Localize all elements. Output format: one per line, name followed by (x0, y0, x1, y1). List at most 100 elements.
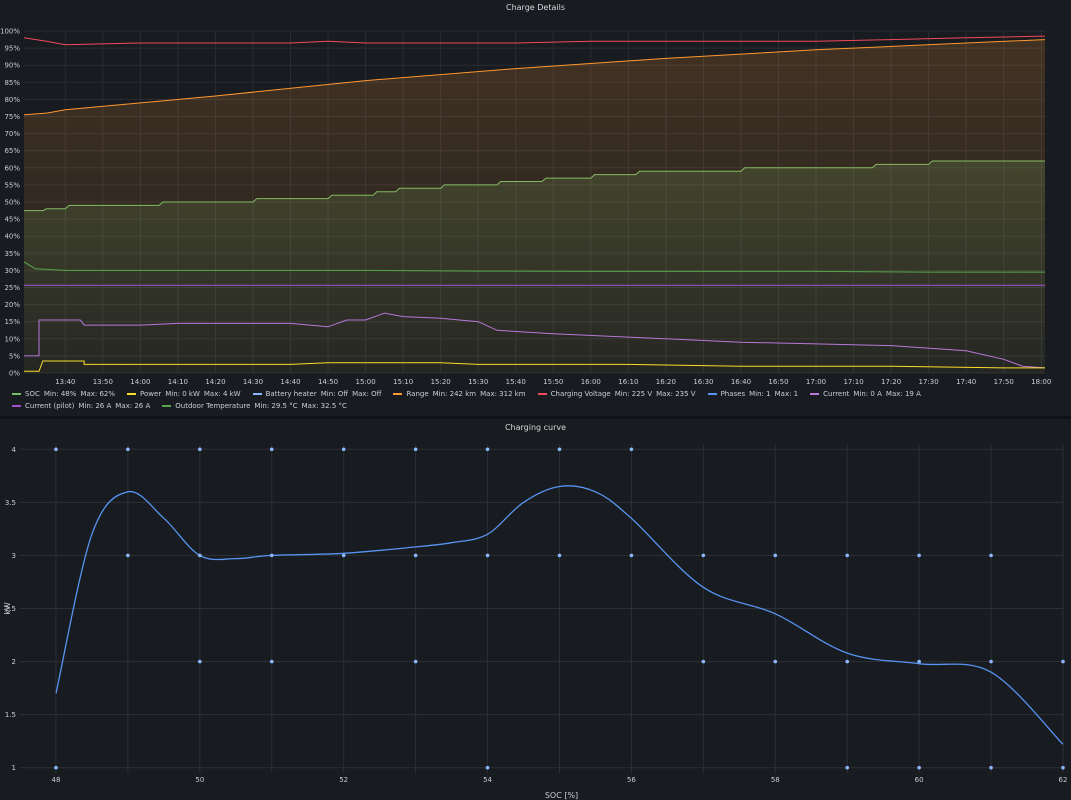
legend-item[interactable]: Power Min: 0 kW Max: 4 kW (127, 388, 245, 400)
scatter-point (773, 659, 778, 664)
legend-min: Min: 0 A (853, 390, 882, 398)
series-line-charging-voltage (23, 35, 1046, 46)
y-tick-label: 75% (4, 113, 20, 121)
y-axis-label: kW (3, 602, 12, 615)
y-tick-label: 25% (4, 284, 20, 292)
x-tick-label: 54 (483, 776, 492, 784)
scatter-point (701, 553, 706, 558)
x-tick-label: 16:00 (581, 378, 601, 386)
x-tick-label: 13:50 (93, 378, 113, 386)
x-tick-label: 17:20 (881, 378, 901, 386)
scatter-point (269, 659, 274, 664)
x-tick-label: 13:40 (55, 378, 75, 386)
y-tick-label: 3 (12, 552, 16, 560)
charge-details-chart: 0% 5% 10% 15% 20% 25% 30% 35% 40% 45% 50% 55% 60% 65%… (0, 28, 1051, 387)
legend-swatch (162, 405, 172, 407)
scatter-point (198, 447, 202, 452)
legend-max: Max: 235 V (656, 390, 696, 398)
charging-curve-chart: 11.522.533.5448 50 52 54 56 58 60 62kWSOC [%] (3, 444, 1068, 800)
y-tick-label: 90% (4, 62, 20, 70)
legend-name: Current (823, 390, 850, 398)
x-tick-label: 14:20 (205, 378, 225, 386)
legend-item[interactable]: Current Min: 0 A Max: 19 A (810, 388, 925, 400)
y-tick-label: 55% (4, 181, 20, 189)
x-tick-label: 62 (1059, 776, 1068, 784)
x-tick-label: 15:10 (393, 378, 413, 386)
legend-item[interactable]: Range Min: 242 km Max: 312 km (393, 388, 529, 400)
x-tick-label: 16:50 (768, 378, 788, 386)
legend-max: Max: 19 A (885, 390, 921, 398)
scatter-point (126, 553, 130, 558)
scatter-point (198, 659, 202, 664)
scatter-point (1061, 765, 1065, 770)
legend-name: SOC (25, 390, 40, 398)
x-tick-label: 52 (339, 776, 348, 784)
x-tick-label: 17:30 (919, 378, 939, 386)
scatter-point (54, 447, 58, 452)
legend-name: Power (140, 390, 162, 398)
legend-max: Max: 26 A (115, 402, 151, 410)
scatter-point (989, 553, 993, 558)
scatter-point (845, 659, 850, 664)
legend-swatch (537, 393, 547, 395)
legend-max: Max: 1 (774, 390, 799, 398)
legend-min: Min: 26 A (78, 402, 112, 410)
scatter-point (917, 765, 921, 770)
scatter-point (917, 553, 921, 558)
legend-swatch (707, 393, 717, 395)
scatter-point (413, 447, 418, 452)
legend-swatch (127, 393, 137, 395)
x-tick-label: 14:10 (168, 378, 188, 386)
legend-item[interactable]: Battery heater Min: Off Max: Off (252, 388, 386, 400)
legend-swatch (12, 405, 21, 407)
x-tick-label: 14:40 (280, 378, 300, 386)
y-tick-label: 5% (9, 352, 20, 360)
x-tick-label: 16:40 (731, 378, 751, 386)
x-tick-label: 16:10 (618, 378, 638, 386)
x-tick-label: 17:00 (806, 378, 826, 386)
y-tick-label: 20% (4, 301, 20, 309)
legend-min: Min: 29.5 °C (254, 402, 298, 410)
legend-max: Max: 4 kW (203, 390, 241, 398)
scatter-point (1061, 659, 1065, 664)
y-tick-label: 1 (12, 764, 16, 772)
scatter-point (126, 447, 130, 452)
legend-swatch (252, 393, 262, 395)
charging-curve-panel: Charging curve 1 1.5 2 2.5 3 3.5 4 48 50 52 54 56 58… (0, 419, 1071, 800)
scatter-point (629, 447, 634, 452)
legend-min: Min: Off (320, 390, 349, 398)
x-tick-label: 15:50 (543, 378, 563, 386)
y-tick-label: 1.5 (5, 711, 16, 719)
scatter-point (557, 553, 562, 558)
legend-item[interactable]: Charging Voltage Min: 225 V Max: 235 V (537, 388, 700, 400)
legend-item[interactable]: Outdoor Temperature Min: 29.5 °C Max: 32.5… (162, 400, 351, 412)
legend-item[interactable]: SOC Min: 48% Max: 62% (12, 388, 119, 400)
y-tick-label: 80% (4, 96, 20, 104)
y-tick-label: 10% (4, 335, 20, 343)
charge-details-panel: Charge Details 0% 5% 10% 15% 20% 25% 30% 35% 40%… (0, 0, 1071, 416)
y-tick-label: 35% (4, 250, 20, 258)
x-tick-label: 16:20 (656, 378, 676, 386)
legend-name: Range (406, 390, 429, 398)
y-tick-label: 65% (4, 147, 20, 155)
legend-max: Max: 312 km (480, 390, 526, 398)
y-tick-label: 70% (4, 130, 20, 138)
legend-name: Phases (720, 390, 746, 398)
legend-min: Min: 225 V (614, 390, 653, 398)
y-tick-label: 3.5 (5, 499, 16, 507)
y-tick-label: 95% (4, 45, 20, 53)
x-axis-label: SOC [%] (545, 791, 578, 800)
y-tick-label: 15% (4, 318, 20, 326)
legend-swatch (12, 393, 21, 395)
scatter-point (413, 553, 418, 558)
y-tick-label: 30% (4, 267, 20, 275)
scatter-point (54, 765, 58, 770)
scatter-point (485, 765, 490, 770)
legend-item[interactable]: Phases Min: 1 Max: 1 (707, 388, 803, 400)
legend-item[interactable]: Current (pilot) Min: 26 A Max: 26 A (12, 400, 154, 412)
x-tick-label: 58 (771, 776, 780, 784)
x-tick-label: 16:30 (693, 378, 713, 386)
x-tick-label: 15:30 (468, 378, 488, 386)
x-tick-label: 17:10 (843, 378, 863, 386)
scatter-point (198, 553, 202, 558)
